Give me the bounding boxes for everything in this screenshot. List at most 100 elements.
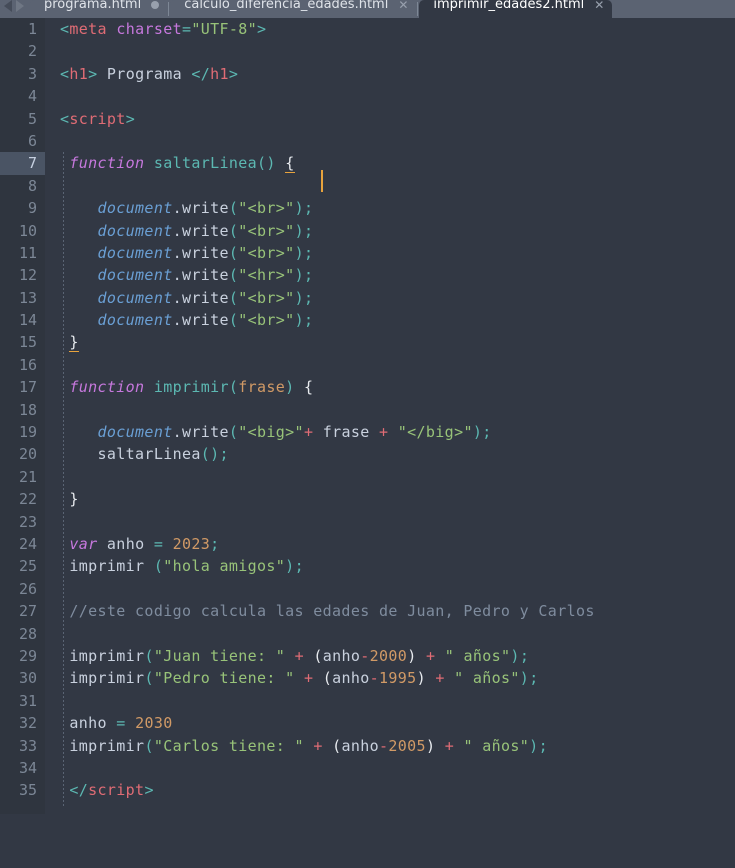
code-line[interactable]: 33 imprimir("Carlos tiene: " + (anho-200… <box>0 735 735 757</box>
code-line[interactable]: 16 <box>0 354 735 376</box>
line-content[interactable]: imprimir ("hola amigos"); <box>60 555 304 577</box>
code-line[interactable]: 17 function imprimir(frase) { <box>0 376 735 398</box>
code-line[interactable]: 4 <box>0 85 735 107</box>
token-paren: ; <box>482 423 492 442</box>
token-paren: ; <box>303 199 314 218</box>
line-number: 29 <box>18 646 37 665</box>
line-content[interactable]: imprimir("Carlos tiene: " + (anho-2005) … <box>60 735 548 757</box>
token-punct: < <box>60 64 70 83</box>
code-line[interactable]: 14 document.write("<br>"); <box>0 309 735 331</box>
line-content[interactable]: <h1> Programa </h1> <box>60 63 238 85</box>
line-content[interactable]: document.write("<br>"); <box>60 242 313 264</box>
code-line[interactable]: 32 anho = 2030 <box>0 712 735 734</box>
token-str: " años" <box>444 646 511 665</box>
line-number: 25 <box>18 557 37 576</box>
line-content[interactable]: document.write("<hr>"); <box>60 264 313 286</box>
token-obj: document <box>97 288 173 307</box>
code-line[interactable]: 6 <box>0 130 735 152</box>
close-icon[interactable]: ✕ <box>398 0 408 14</box>
token-paren: ; <box>294 557 304 576</box>
code-line[interactable]: 20 saltarLinea(); <box>0 443 735 465</box>
code-line[interactable]: 10 document.write("<br>"); <box>0 220 735 242</box>
arrow-right-icon[interactable] <box>16 0 24 12</box>
line-content[interactable]: <script> <box>60 108 135 130</box>
line-content[interactable]: imprimir("Pedro tiene: " + (anho-1995) +… <box>60 667 539 689</box>
token-plain: anho <box>60 714 117 733</box>
token-str: "Pedro tiene: " <box>153 669 295 688</box>
line-content[interactable]: var anho = 2023; <box>60 533 220 555</box>
line-content[interactable]: function imprimir(frase) { <box>60 376 313 398</box>
token-prop: imprimir <box>69 557 145 576</box>
code-line[interactable]: 35 </script> <box>0 779 735 801</box>
code-line[interactable]: 31 <box>0 690 735 712</box>
line-content[interactable]: document.write("<br>"); <box>60 197 313 219</box>
code-line[interactable]: 3 <h1> Programa </h1> <box>0 63 735 85</box>
line-content[interactable]: saltarLinea(); <box>60 443 229 465</box>
code-line[interactable]: 29 imprimir("Juan tiene: " + (anho-2000)… <box>0 645 735 667</box>
code-line[interactable]: 2 <box>0 40 735 62</box>
line-content[interactable]: function saltarLinea() { <box>60 152 295 174</box>
token-paren: ) <box>294 199 304 218</box>
code-line[interactable]: 19 document.write("<big>"+ frase + "</bi… <box>0 421 735 443</box>
token-str: " años" <box>463 736 530 755</box>
code-line[interactable]: 23 <box>0 511 735 533</box>
token-paren: ) <box>472 423 483 442</box>
code-editor[interactable]: 1 <meta charset="UTF-8"> 2 3 <h1> Programa <… <box>0 18 735 868</box>
tab-modified-dot-icon[interactable] <box>151 1 160 9</box>
code-line[interactable]: 15 } <box>0 331 735 353</box>
token-obj: document <box>97 266 173 285</box>
code-lines[interactable]: 1 <meta charset="UTF-8"> 2 3 <h1> Programa <… <box>0 18 735 802</box>
tab-programa-html[interactable]: programa.html <box>30 0 168 18</box>
arrow-left-icon[interactable] <box>4 0 12 12</box>
line-content[interactable]: document.write("<br>"); <box>60 287 313 309</box>
token-op: + <box>303 423 314 442</box>
token-paren: ) <box>294 221 304 240</box>
line-content[interactable]: document.write("<br>"); <box>60 309 313 331</box>
tab-calculo_diferencia_edades-html[interactable]: calculo_diferencia_edades.html ✕ <box>170 0 417 18</box>
code-line[interactable]: 13 document.write("<br>"); <box>0 287 735 309</box>
tab-separator <box>168 2 170 16</box>
line-content[interactable]: imprimir("Juan tiene: " + (anho-2000) + … <box>60 645 529 667</box>
line-number: 8 <box>27 176 37 195</box>
line-content[interactable]: document.write("<big>"+ frase + "</big>"… <box>60 421 492 443</box>
token-paren: ( <box>228 288 239 307</box>
code-line[interactable]: 25 imprimir ("hola amigos"); <box>0 555 735 577</box>
token-punct: = <box>181 20 192 38</box>
code-line[interactable]: 12 document.write("<hr>"); <box>0 264 735 286</box>
close-icon[interactable]: ✕ <box>594 0 604 14</box>
code-line[interactable]: 24 var anho = 2023; <box>0 533 735 555</box>
tab-nav-arrows[interactable] <box>0 0 30 18</box>
code-line[interactable]: 22 } <box>0 488 735 510</box>
code-line[interactable]: 5 <script> <box>0 108 735 130</box>
line-content[interactable]: document.write("<br>"); <box>60 220 313 242</box>
code-line[interactable]: 7 function saltarLinea() { <box>0 152 735 175</box>
token-str: "hola amigos" <box>163 557 286 576</box>
line-number: 23 <box>18 512 37 531</box>
code-line[interactable]: 30 imprimir("Pedro tiene: " + (anho-1995… <box>0 667 735 689</box>
code-line[interactable]: 26 <box>0 578 735 600</box>
line-content[interactable]: anho = 2030 <box>60 712 173 734</box>
code-line[interactable]: 21 <box>0 466 735 488</box>
line-content[interactable]: //este codigo calcula las edades de Juan… <box>60 600 595 622</box>
code-line[interactable]: 27 //este codigo calcula las edades de J… <box>0 600 735 622</box>
code-line[interactable]: 9 document.write("<br>"); <box>0 197 735 219</box>
line-number: 9 <box>27 199 37 218</box>
line-content[interactable]: </script> <box>60 779 154 801</box>
tab-imprimir_edades2-html[interactable]: imprimir_edades2.html ✕ <box>419 0 613 18</box>
code-line[interactable]: 11 document.write("<br>"); <box>0 242 735 264</box>
code-line[interactable]: 8 <box>0 175 735 197</box>
token-paren: ; <box>538 736 548 755</box>
token-op: + <box>444 736 455 755</box>
line-content[interactable]: <meta charset="UTF-8"> <box>60 18 266 40</box>
token-num: 1995 <box>379 669 417 688</box>
code-line[interactable]: 18 <box>0 399 735 421</box>
token-tag: meta <box>69 20 107 38</box>
code-line[interactable]: 28 <box>0 623 735 645</box>
token-op: + <box>303 669 314 688</box>
indent-guide <box>63 152 64 806</box>
code-line[interactable]: 34 <box>0 757 735 779</box>
code-line[interactable]: 1 <meta charset="UTF-8"> <box>0 18 735 40</box>
